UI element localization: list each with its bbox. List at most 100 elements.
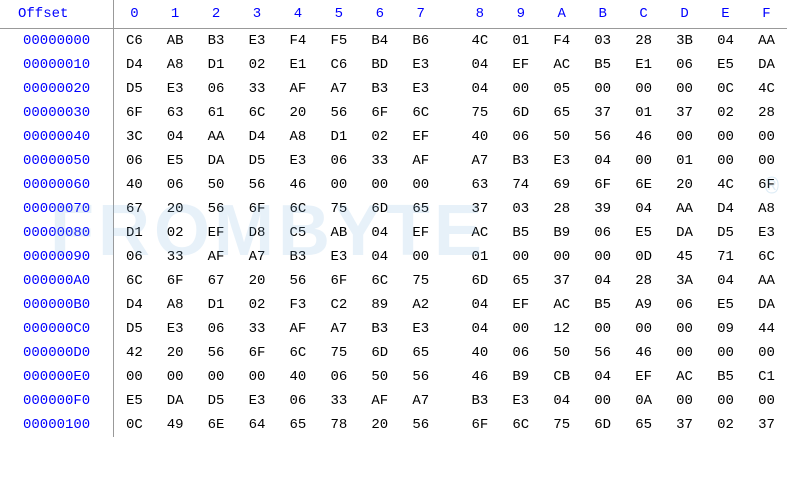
byte-cell[interactable]: 02: [155, 221, 196, 245]
byte-cell[interactable]: E3: [237, 29, 278, 54]
byte-cell[interactable]: 00: [746, 149, 787, 173]
byte-cell[interactable]: 56: [196, 197, 237, 221]
byte-cell[interactable]: A7: [237, 245, 278, 269]
byte-cell[interactable]: 75: [400, 269, 441, 293]
byte-cell[interactable]: 40: [459, 125, 500, 149]
byte-cell[interactable]: DA: [196, 149, 237, 173]
byte-cell[interactable]: DA: [155, 389, 196, 413]
hex-row[interactable]: 000000706720566F6C756D653703283904AAD4A8: [0, 197, 787, 221]
byte-cell[interactable]: 37: [541, 269, 582, 293]
byte-cell[interactable]: 56: [582, 341, 623, 365]
hex-row[interactable]: 00000000C6ABB3E3F4F5B4B64C01F403283B04AA: [0, 29, 787, 54]
byte-cell[interactable]: A8: [277, 125, 318, 149]
byte-cell[interactable]: B3: [196, 29, 237, 54]
byte-cell[interactable]: E5: [623, 221, 664, 245]
byte-cell[interactable]: 00: [500, 245, 541, 269]
byte-cell[interactable]: 04: [155, 125, 196, 149]
byte-cell[interactable]: D5: [196, 389, 237, 413]
byte-cell[interactable]: 56: [277, 269, 318, 293]
byte-cell[interactable]: 00: [582, 389, 623, 413]
byte-cell[interactable]: 04: [582, 149, 623, 173]
byte-cell[interactable]: 37: [746, 413, 787, 437]
byte-cell[interactable]: 06: [114, 245, 155, 269]
byte-cell[interactable]: 33: [237, 317, 278, 341]
byte-cell[interactable]: AA: [746, 29, 787, 54]
hex-row[interactable]: 000001000C496E64657820566F6C756D65370237: [0, 413, 787, 437]
byte-cell[interactable]: 06: [277, 389, 318, 413]
byte-cell[interactable]: E3: [155, 77, 196, 101]
byte-cell[interactable]: 3B: [664, 29, 705, 54]
byte-cell[interactable]: E3: [400, 317, 441, 341]
byte-cell[interactable]: E3: [500, 389, 541, 413]
byte-cell[interactable]: 02: [705, 101, 746, 125]
byte-cell[interactable]: F4: [277, 29, 318, 54]
byte-cell[interactable]: 46: [623, 125, 664, 149]
byte-cell[interactable]: A9: [623, 293, 664, 317]
byte-cell[interactable]: 05: [541, 77, 582, 101]
byte-cell[interactable]: C5: [277, 221, 318, 245]
byte-cell[interactable]: C6: [318, 53, 359, 77]
byte-cell[interactable]: EF: [623, 365, 664, 389]
byte-cell[interactable]: 63: [459, 173, 500, 197]
byte-cell[interactable]: E5: [155, 149, 196, 173]
byte-cell[interactable]: 33: [237, 77, 278, 101]
byte-cell[interactable]: A8: [746, 197, 787, 221]
byte-cell[interactable]: 69: [541, 173, 582, 197]
byte-cell[interactable]: 20: [277, 101, 318, 125]
byte-cell[interactable]: 00: [500, 77, 541, 101]
byte-cell[interactable]: 04: [359, 221, 400, 245]
hex-row[interactable]: 000000900633AFA7B3E30400010000000D45716C: [0, 245, 787, 269]
hex-row[interactable]: 000000B0D4A8D102F3C289A204EFACB5A906E5DA: [0, 293, 787, 317]
byte-cell[interactable]: 00: [664, 341, 705, 365]
byte-cell[interactable]: 4C: [459, 29, 500, 54]
byte-cell[interactable]: 6D: [500, 101, 541, 125]
byte-cell[interactable]: 6C: [277, 197, 318, 221]
byte-cell[interactable]: A2: [400, 293, 441, 317]
byte-cell[interactable]: 00: [623, 77, 664, 101]
byte-cell[interactable]: 49: [155, 413, 196, 437]
byte-cell[interactable]: 04: [459, 293, 500, 317]
byte-cell[interactable]: AF: [359, 389, 400, 413]
byte-cell[interactable]: CB: [541, 365, 582, 389]
byte-cell[interactable]: 00: [318, 173, 359, 197]
hex-row[interactable]: 00000010D4A8D102E1C6BDE304EFACB5E106E5DA: [0, 53, 787, 77]
byte-cell[interactable]: 6F: [114, 101, 155, 125]
byte-cell[interactable]: 00: [582, 317, 623, 341]
byte-cell[interactable]: C1: [746, 365, 787, 389]
byte-cell[interactable]: C2: [318, 293, 359, 317]
byte-cell[interactable]: 00: [623, 149, 664, 173]
byte-cell[interactable]: 65: [623, 413, 664, 437]
byte-cell[interactable]: AA: [746, 269, 787, 293]
byte-cell[interactable]: B5: [582, 53, 623, 77]
byte-cell[interactable]: 6F: [237, 341, 278, 365]
byte-cell[interactable]: E5: [705, 53, 746, 77]
byte-cell[interactable]: D5: [114, 317, 155, 341]
byte-cell[interactable]: 64: [237, 413, 278, 437]
byte-cell[interactable]: 0C: [114, 413, 155, 437]
byte-cell[interactable]: BD: [359, 53, 400, 77]
byte-cell[interactable]: B5: [500, 221, 541, 245]
byte-cell[interactable]: 50: [196, 173, 237, 197]
byte-cell[interactable]: 71: [705, 245, 746, 269]
byte-cell[interactable]: 00: [746, 341, 787, 365]
byte-cell[interactable]: F3: [277, 293, 318, 317]
byte-cell[interactable]: 04: [459, 317, 500, 341]
byte-cell[interactable]: E1: [623, 53, 664, 77]
byte-cell[interactable]: B3: [500, 149, 541, 173]
byte-cell[interactable]: AB: [155, 29, 196, 54]
byte-cell[interactable]: 56: [318, 101, 359, 125]
byte-cell[interactable]: 56: [400, 365, 441, 389]
byte-cell[interactable]: E3: [237, 389, 278, 413]
byte-cell[interactable]: 6D: [359, 197, 400, 221]
byte-cell[interactable]: 44: [746, 317, 787, 341]
byte-cell[interactable]: 00: [582, 245, 623, 269]
byte-cell[interactable]: 39: [582, 197, 623, 221]
byte-cell[interactable]: 6C: [400, 101, 441, 125]
byte-cell[interactable]: 28: [623, 269, 664, 293]
byte-cell[interactable]: E1: [277, 53, 318, 77]
byte-cell[interactable]: B3: [359, 77, 400, 101]
byte-cell[interactable]: 02: [237, 53, 278, 77]
byte-cell[interactable]: 33: [155, 245, 196, 269]
byte-cell[interactable]: 65: [500, 269, 541, 293]
byte-cell[interactable]: 40: [114, 173, 155, 197]
